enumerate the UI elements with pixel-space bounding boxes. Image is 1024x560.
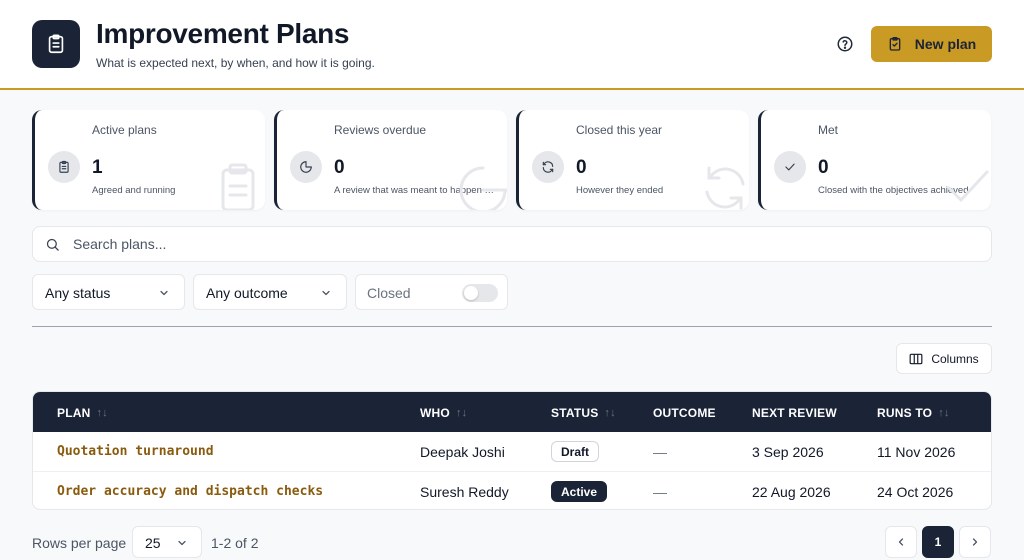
plans-table: PLAN ↑↓ WHO ↑↓ STATUS ↑↓ OUTCOME NEXT REVIE… [32, 391, 992, 510]
stat-card-reviews-overdue: Reviews overdue 0 A review that was mean… [274, 110, 507, 210]
who-cell: Suresh Reddy [420, 484, 509, 500]
sort-icon: ↑↓ [96, 407, 108, 419]
stat-card-closed-this-year: Closed this year 0 However they ended [516, 110, 749, 210]
status-filter-value: Any status [45, 285, 111, 301]
page-button-current[interactable]: 1 [922, 526, 954, 558]
search-bar [32, 226, 992, 262]
chevron-down-icon [160, 290, 168, 296]
outcome-cell: — [653, 444, 667, 460]
next-review-cell: 22 Aug 2026 [752, 484, 831, 500]
clipboard-check-icon [889, 37, 901, 51]
page-subtitle: What is expected next, by when, and how … [96, 56, 375, 70]
page-title: Improvement Plans [96, 18, 350, 49]
prev-page-button[interactable] [885, 526, 917, 558]
status-filter-select[interactable]: Any status [32, 274, 185, 310]
runs-to-cell: 11 Nov 2026 [877, 444, 956, 460]
stat-label: Closed this year [576, 123, 663, 137]
new-plan-label: New plan [914, 36, 977, 52]
rows-per-page-value: 25 [145, 535, 161, 551]
closed-filter: Closed [355, 274, 508, 310]
column-header-next-review: NEXT REVIEW [752, 406, 837, 420]
refresh-watermark-icon [705, 166, 745, 210]
next-review-cell: 3 Sep 2026 [752, 444, 824, 460]
stat-label: Reviews overdue [334, 123, 427, 137]
sort-icon: ↑↓ [604, 407, 616, 419]
outcome-filter-value: Any outcome [206, 285, 288, 301]
table-row[interactable]: Order accuracy and dispatch checks Sures… [33, 471, 991, 509]
check-icon [774, 151, 806, 183]
column-header-status[interactable]: STATUS ↑↓ [551, 406, 616, 420]
chevron-down-icon [322, 290, 330, 296]
help-button[interactable] [834, 33, 856, 55]
sort-icon: ↑↓ [455, 407, 468, 419]
column-header-plan[interactable]: PLAN ↑↓ [57, 406, 108, 420]
chevron-right-icon [972, 538, 978, 546]
stat-value: 1 [92, 157, 103, 178]
stat-value: 0 [576, 157, 587, 178]
plan-link[interactable]: Order accuracy and dispatch checks [57, 484, 323, 499]
table-header: PLAN ↑↓ WHO ↑↓ STATUS ↑↓ OUTCOME NEXT REVIE… [33, 392, 991, 432]
refresh-icon [532, 151, 564, 183]
outcome-cell: — [653, 484, 667, 500]
clipboard-icon [48, 151, 80, 183]
outcome-filter-select[interactable]: Any outcome [193, 274, 347, 310]
chevron-down-icon [178, 540, 186, 546]
next-page-button[interactable] [959, 526, 991, 558]
pie-clock-icon [290, 151, 322, 183]
rows-per-page-label: Rows per page [32, 535, 127, 551]
column-header-runs-to[interactable]: RUNS TO ↑↓ [877, 406, 950, 420]
page-range: 1-2 of 2 [211, 535, 259, 551]
plan-link[interactable]: Quotation turnaround [57, 444, 214, 459]
chevron-left-icon [898, 538, 904, 546]
stat-label: Met [818, 123, 839, 137]
check-watermark-icon [947, 170, 989, 203]
stat-card-met: Met 0 Closed with the objectives achieve… [758, 110, 991, 210]
help-circle-icon [837, 36, 853, 52]
divider [32, 326, 992, 327]
runs-to-cell: 24 Oct 2026 [877, 484, 954, 500]
column-header-who[interactable]: WHO ↑↓ [420, 406, 467, 420]
column-header-outcome: OUTCOME [653, 406, 716, 420]
clipboard-watermark-icon [221, 163, 255, 210]
status-badge: Active [551, 481, 608, 502]
columns-icon [909, 353, 923, 364]
clipboard-icon [32, 20, 80, 68]
toggle-knob [464, 286, 478, 300]
stat-value: 0 [334, 157, 345, 178]
columns-button[interactable]: Columns [896, 343, 992, 374]
stat-value: 0 [818, 157, 829, 178]
search-icon [46, 238, 59, 251]
pie-clock-watermark-icon [459, 166, 507, 210]
table-row[interactable]: Quotation turnaround Deepak Joshi Draft … [33, 432, 991, 471]
status-badge: Draft [551, 441, 600, 462]
sort-icon: ↑↓ [938, 407, 950, 419]
stat-label: Active plans [92, 123, 157, 137]
search-input[interactable] [73, 227, 973, 261]
who-cell: Deepak Joshi [420, 444, 505, 460]
page-header: Improvement Plans What is expected next,… [0, 0, 1024, 90]
columns-label: Columns [931, 351, 979, 366]
stat-card-active-plans: Active plans 1 Agreed and running [32, 110, 265, 210]
closed-filter-label: Closed [367, 285, 411, 301]
closed-toggle-switch[interactable] [462, 284, 498, 302]
rows-per-page-select[interactable]: 25 [132, 526, 202, 558]
new-plan-button[interactable]: New plan [871, 26, 992, 62]
